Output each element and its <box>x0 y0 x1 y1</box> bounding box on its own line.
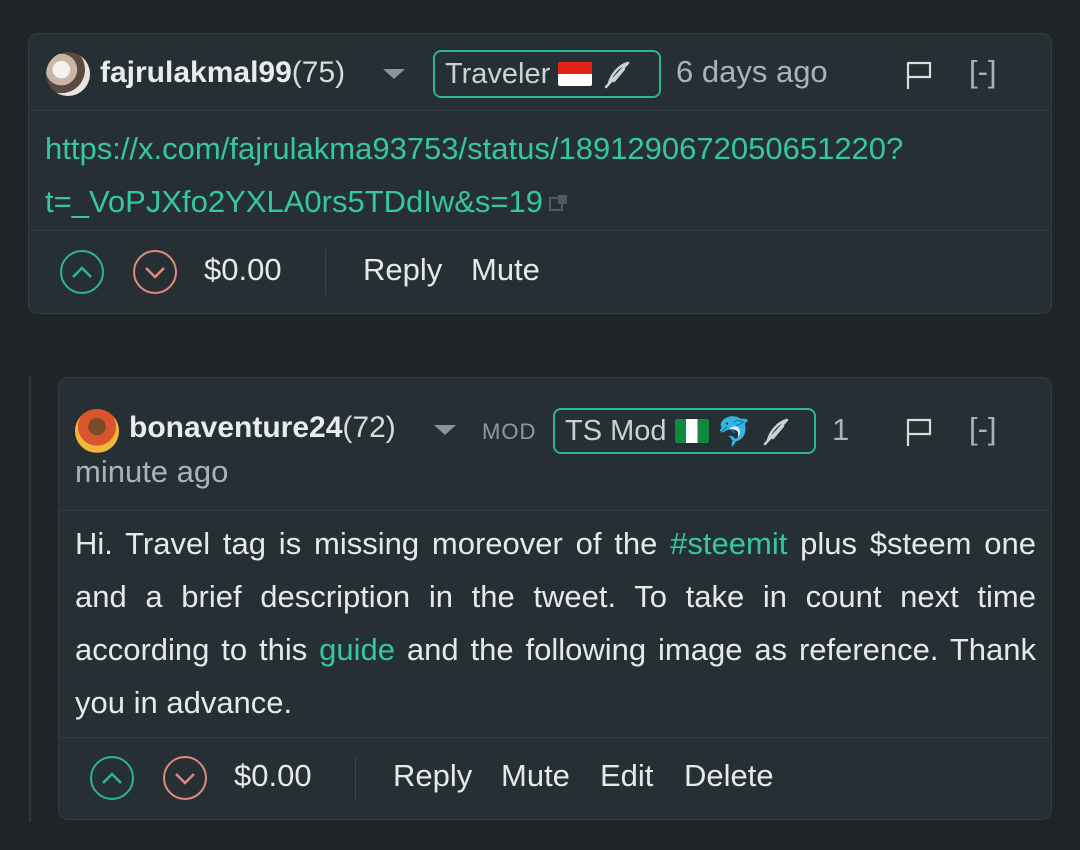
badge-label: Traveler <box>445 57 551 90</box>
comment-body: Hi. Travel tag is missing moreover of th… <box>75 526 1037 720</box>
chevron-down-icon[interactable] <box>383 69 405 79</box>
reply-button[interactable]: Reply <box>363 252 442 288</box>
edit-button[interactable]: Edit <box>600 758 653 794</box>
downvote-button[interactable] <box>163 756 207 800</box>
author-name[interactable]: bonaventure24(72) <box>129 411 396 445</box>
reputation: (72) <box>342 411 396 444</box>
mute-button[interactable]: Mute <box>471 252 540 288</box>
tweet-link[interactable]: https://x.com/fajrulakma93753/status/189… <box>45 131 903 219</box>
collapse-toggle[interactable]: [-] <box>969 411 997 447</box>
chevron-up-icon <box>72 266 92 278</box>
collapse-toggle[interactable]: [-] <box>969 54 997 90</box>
comment-footer: $0.00 Reply Mute Edit Delete <box>59 737 1051 821</box>
delete-button[interactable]: Delete <box>684 758 774 794</box>
divider <box>355 756 356 800</box>
divider <box>325 250 326 294</box>
reply-button[interactable]: Reply <box>393 758 472 794</box>
hashtag-link[interactable]: #steemit <box>670 526 787 561</box>
guide-link[interactable]: guide <box>319 632 395 667</box>
payout-value[interactable]: $0.00 <box>234 758 312 794</box>
flag-icon[interactable] <box>905 417 933 447</box>
flag-icon[interactable] <box>905 60 933 90</box>
badge-label: TS Mod <box>565 414 667 447</box>
avatar[interactable] <box>75 409 119 453</box>
comment-card: fajrulakmal99(75) Traveler 6 days ago [-… <box>28 33 1052 314</box>
quill-icon <box>605 61 630 89</box>
role-label: MOD <box>482 419 537 444</box>
author-name[interactable]: fajrulakmal99(75) <box>100 56 345 90</box>
chevron-down-icon <box>175 773 195 785</box>
upvote-button[interactable] <box>90 756 134 800</box>
comment-body: https://x.com/fajrulakma93753/status/189… <box>45 122 985 228</box>
chevron-up-icon <box>102 772 122 784</box>
thread-line <box>29 375 31 822</box>
divider <box>59 510 1051 511</box>
community-badge: TS Mod 🐬 <box>553 408 816 454</box>
dolphin-icon: 🐬 <box>716 415 752 447</box>
avatar[interactable] <box>46 52 90 96</box>
indonesia-flag-icon <box>558 62 593 86</box>
quill-icon <box>764 418 789 446</box>
timestamp: 1 <box>832 412 850 447</box>
community-badge: Traveler <box>433 50 661 98</box>
reputation: (75) <box>291 56 346 89</box>
chevron-down-icon[interactable] <box>434 425 456 435</box>
comment-header: fajrulakmal99(75) Traveler 6 days ago [-… <box>29 34 1051 111</box>
downvote-button[interactable] <box>133 250 177 294</box>
comment-card: bonaventure24(72) MOD TS Mod 🐬 1 [-] min… <box>58 377 1052 820</box>
timestamp: 6 days ago <box>676 54 828 89</box>
mute-button[interactable]: Mute <box>501 758 570 794</box>
comment-footer: $0.00 Reply Mute <box>29 230 1051 315</box>
timestamp-continued: minute ago <box>75 454 229 489</box>
chevron-down-icon <box>145 267 165 279</box>
external-link-icon <box>549 194 568 213</box>
payout-value[interactable]: $0.00 <box>204 252 282 288</box>
upvote-button[interactable] <box>60 250 104 294</box>
nigeria-flag-icon <box>674 419 709 443</box>
comment-header: bonaventure24(72) MOD TS Mod 🐬 1 [-] <box>59 392 1051 454</box>
